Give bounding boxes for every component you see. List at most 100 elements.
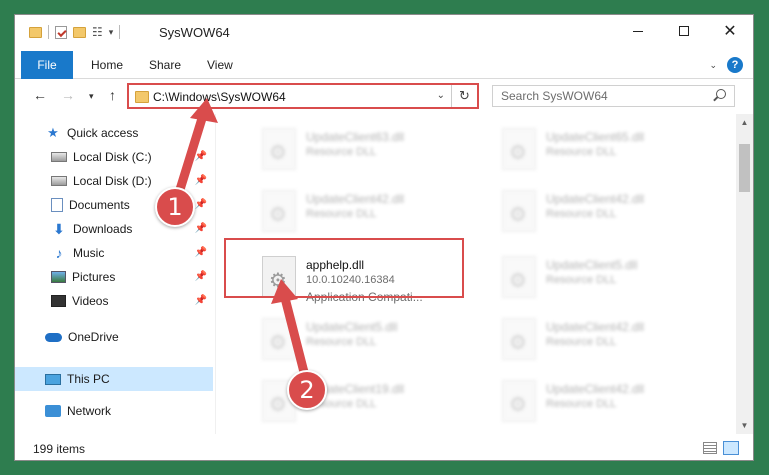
dll-file-icon: ⚙ <box>502 128 536 170</box>
file-item[interactable]: ⚙ UpdateClient5.dll Resource DLL <box>236 314 466 366</box>
customize-toolbar-icon[interactable]: ☷ <box>92 25 103 39</box>
gear-icon: ⚙ <box>269 270 287 292</box>
tab-share[interactable]: Share <box>149 51 181 79</box>
sidebar-item-local-disk-c[interactable]: Local Disk (C:) 📌 <box>15 145 213 169</box>
help-icon[interactable]: ? <box>727 57 743 73</box>
dll-file-icon: ⚙ <box>502 318 536 360</box>
file-name: UpdateClient5.dll <box>306 320 398 334</box>
address-path[interactable]: C:\Windows\SysWOW64 <box>153 90 286 104</box>
tab-file[interactable]: File <box>21 51 73 79</box>
scroll-down-icon[interactable]: ▼ <box>736 417 753 434</box>
tab-view[interactable]: View <box>207 51 233 79</box>
gear-icon: ⚙ <box>509 332 527 354</box>
sidebar-item-label: Pictures <box>72 270 116 284</box>
file-item[interactable]: ⚙ UpdateClient65.dll Resource DLL <box>476 124 706 176</box>
dll-file-icon: ⚙ <box>502 380 536 422</box>
minimize-button[interactable] <box>615 15 661 47</box>
sidebar-item-label: Network <box>67 404 112 418</box>
network-icon <box>45 405 61 417</box>
dll-file-icon: ⚙ <box>502 190 536 232</box>
pin-icon[interactable]: 📌 <box>195 175 207 186</box>
sidebar-item-this-pc[interactable]: This PC <box>15 367 213 391</box>
file-item[interactable]: ⚙ UpdateClient42.dll Resource DLL <box>476 186 706 238</box>
pictures-icon <box>51 271 66 283</box>
step-2-badge: 2 <box>287 370 327 410</box>
maximize-button[interactable] <box>661 15 707 47</box>
file-item[interactable]: ⚙ UpdateClient19.dll Resource DLL <box>236 376 466 428</box>
scroll-thumb[interactable] <box>739 144 750 192</box>
chevron-down-icon[interactable]: ⌄ <box>437 90 445 101</box>
gear-icon: ⚙ <box>509 142 527 164</box>
pin-icon[interactable]: 📌 <box>195 295 207 306</box>
sidebar-item-pictures[interactable]: Pictures 📌 <box>15 265 213 289</box>
pin-icon[interactable]: 📌 <box>195 247 207 258</box>
pin-icon[interactable]: 📌 <box>195 271 207 282</box>
file-item[interactable]: ⚙ UpdateClient5.dll Resource DLL <box>476 252 706 304</box>
gear-icon: ⚙ <box>509 204 527 226</box>
pin-icon[interactable]: 📌 <box>195 223 207 234</box>
file-item[interactable]: ⚙ UpdateClient63.dll Resource DLL <box>236 124 466 176</box>
sidebar-item-network[interactable]: Network <box>15 399 213 423</box>
status-bar: 199 items <box>15 434 753 460</box>
gear-icon: ⚙ <box>269 394 287 416</box>
sidebar-item-onedrive[interactable]: OneDrive <box>15 325 213 349</box>
file-type: Resource DLL <box>306 336 377 348</box>
dll-file-icon: ⚙ <box>502 256 536 298</box>
window-title: SysWOW64 <box>159 25 230 40</box>
back-arrow-icon[interactable]: ← <box>33 87 47 103</box>
download-icon: ⬇ <box>53 220 65 237</box>
forward-arrow-icon[interactable]: → <box>61 87 75 103</box>
dll-file-icon: ⚙ <box>262 190 296 232</box>
close-button[interactable]: ✕ <box>707 15 753 47</box>
tab-home[interactable]: Home <box>91 51 123 79</box>
search-icon[interactable] <box>716 89 726 99</box>
navigation-bar: ← → ▾ ↑ C:\Windows\SysWOW64 ⌄ ↻ <box>15 80 753 112</box>
file-item[interactable]: ⚙ UpdateClient42.dll Resource DLL <box>236 186 466 238</box>
sidebar-item-label: Quick access <box>67 126 139 140</box>
expand-ribbon-icon[interactable]: ⌄ <box>709 60 717 71</box>
maximize-icon <box>679 26 689 36</box>
file-item[interactable]: ⚙ UpdateClient42.dll Resource DLL <box>476 376 706 428</box>
file-name: apphelp.dll <box>306 258 365 272</box>
recent-locations-chevron-icon[interactable]: ▾ <box>89 91 94 102</box>
file-name: UpdateClient65.dll <box>546 130 645 144</box>
videos-icon <box>51 295 66 307</box>
gear-icon: ⚙ <box>509 394 527 416</box>
search-box[interactable] <box>492 85 735 107</box>
sidebar-item-music[interactable]: ♪ Music 📌 <box>15 241 213 265</box>
file-item[interactable]: ⚙ UpdateClient42.dll Resource DLL <box>476 314 706 366</box>
address-bar[interactable]: C:\Windows\SysWOW64 ⌄ ↻ <box>127 83 479 109</box>
minimize-icon <box>633 30 643 32</box>
file-item-apphelp[interactable]: ⚙ apphelp.dll 10.0.10240.16384 Applicati… <box>236 252 466 304</box>
large-icons-view-icon[interactable] <box>723 441 739 455</box>
up-arrow-icon[interactable]: ↑ <box>109 87 116 103</box>
scroll-up-icon[interactable]: ▲ <box>736 114 753 131</box>
sidebar-item-videos[interactable]: Videos 📌 <box>15 289 213 313</box>
quick-access-toolbar: ☷ ▾ <box>29 25 121 39</box>
new-folder-icon[interactable] <box>73 26 86 38</box>
pin-icon[interactable]: 📌 <box>195 151 207 162</box>
folder-icon <box>135 91 149 103</box>
close-icon: ✕ <box>723 23 737 40</box>
pin-icon[interactable]: 📌 <box>195 199 207 210</box>
step-1-badge: 1 <box>155 187 195 227</box>
sidebar-item-quick-access[interactable]: ★ Quick access <box>15 121 213 145</box>
chevron-down-icon[interactable]: ▾ <box>109 27 114 38</box>
file-explorer-window: ☷ ▾ SysWOW64 ✕ File Home Share View ⌄ ? … <box>14 14 754 461</box>
file-name: UpdateClient63.dll <box>306 130 405 144</box>
search-input[interactable] <box>493 86 703 106</box>
file-type: Resource DLL <box>546 336 617 348</box>
vertical-scrollbar[interactable]: ▲ ▼ <box>736 114 753 434</box>
file-type: Resource DLL <box>546 208 617 220</box>
details-view-icon[interactable] <box>703 442 717 454</box>
cloud-icon <box>45 332 62 342</box>
gear-icon: ⚙ <box>509 270 527 292</box>
file-name: UpdateClient42.dll <box>546 192 645 206</box>
properties-icon[interactable] <box>55 25 67 39</box>
dll-file-icon: ⚙ <box>262 256 296 298</box>
refresh-icon[interactable]: ↻ <box>451 85 477 107</box>
title-bar: ☷ ▾ SysWOW64 ✕ <box>15 15 753 51</box>
star-icon: ★ <box>47 125 59 140</box>
file-name: UpdateClient42.dll <box>546 382 645 396</box>
music-icon: ♪ <box>55 245 63 261</box>
